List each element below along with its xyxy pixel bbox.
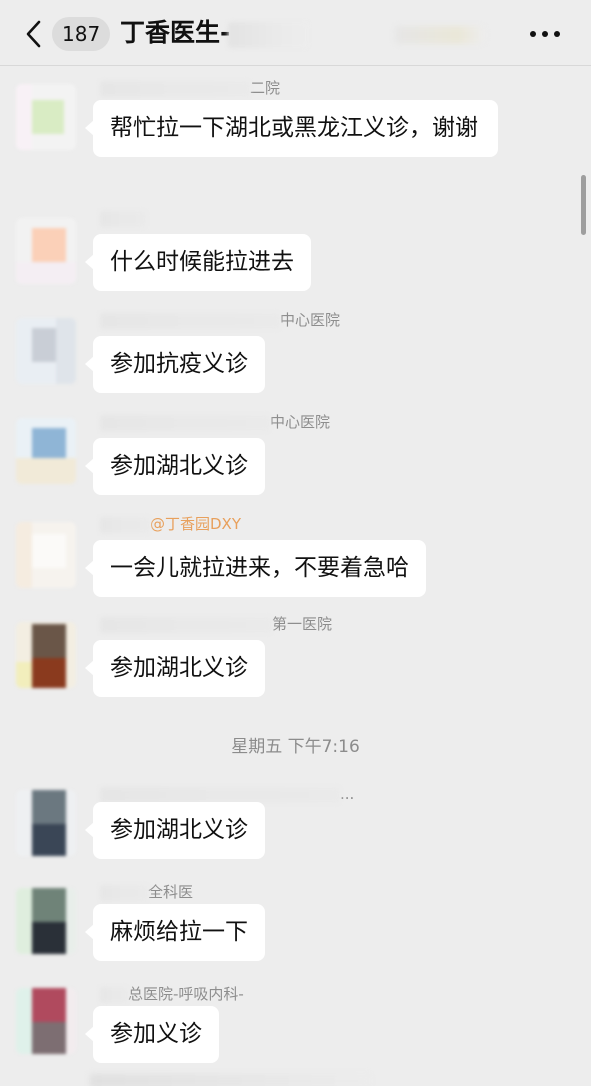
chat-title: 丁香医生- <box>120 18 231 47</box>
sender-name: @丁香园DXY <box>100 514 241 534</box>
message-bubble[interactable]: 参加抗疫义诊 <box>85 336 265 393</box>
avatar[interactable] <box>16 418 76 484</box>
avatar[interactable] <box>16 888 76 954</box>
sender-name <box>100 208 146 228</box>
sender-name: 全科医 <box>100 882 193 902</box>
message-bubble[interactable]: 一会儿就拉进来，不要着急哈 <box>85 540 426 597</box>
message-bubble[interactable]: 参加湖北义诊 <box>85 640 265 697</box>
title-redaction <box>228 22 308 48</box>
message-bubble[interactable]: 参加湖北义诊 <box>85 802 265 859</box>
avatar[interactable] <box>16 790 76 856</box>
avatar[interactable] <box>16 522 76 588</box>
avatar[interactable] <box>16 318 76 384</box>
sender-name: 二院 <box>100 78 280 98</box>
sender-name: ... <box>100 784 354 804</box>
avatar[interactable] <box>16 84 76 150</box>
message-bubble[interactable]: 什么时候能拉进去 <box>85 234 311 291</box>
unread-count-badge[interactable]: 187 <box>52 17 111 51</box>
message-bubble[interactable]: 麻烦给拉一下 <box>85 904 265 961</box>
sender-name: 中心医院 <box>100 310 340 330</box>
message-bubble[interactable]: 帮忙拉一下湖北或黑龙江义诊，谢谢 <box>85 100 498 157</box>
avatar[interactable] <box>16 218 76 284</box>
message-bubble[interactable]: 参加湖北义诊 <box>85 438 265 495</box>
timestamp-divider: 星期五 下午7:16 <box>231 737 360 757</box>
more-dots-icon[interactable] <box>528 24 562 44</box>
chevron-left-icon[interactable] <box>22 20 46 48</box>
avatar[interactable] <box>16 988 76 1054</box>
sender-name: 总医院-呼吸内科- <box>100 984 244 1004</box>
next-message-partial <box>90 1074 370 1086</box>
title-redaction-2 <box>395 26 485 44</box>
scrollbar[interactable] <box>581 175 586 235</box>
avatar[interactable] <box>16 622 76 688</box>
sender-name: 中心医院 <box>100 412 330 432</box>
sender-name: 第一医院 <box>100 614 332 634</box>
chat-header: 187 丁香医生- <box>0 0 591 66</box>
message-bubble[interactable]: 参加义诊 <box>85 1006 219 1063</box>
